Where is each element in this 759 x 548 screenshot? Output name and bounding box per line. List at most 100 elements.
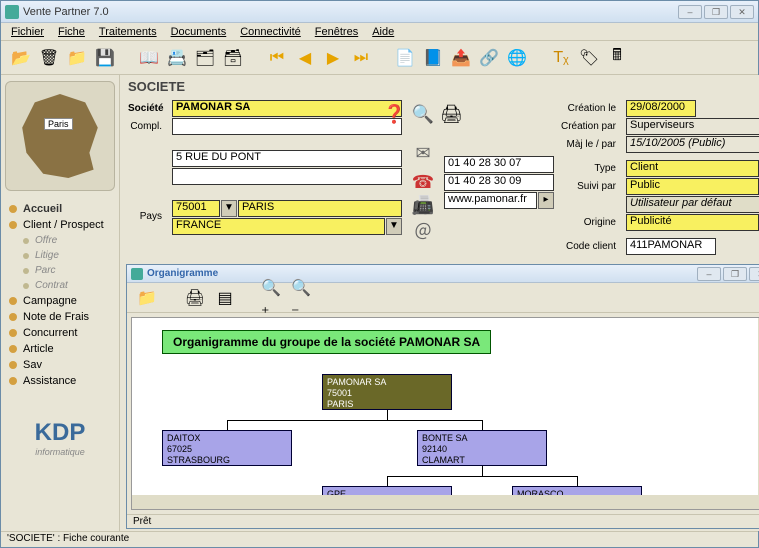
pays-field[interactable]: FRANCE — [172, 218, 385, 235]
doc-icon[interactable]: 📘 — [421, 46, 445, 70]
org-canvas[interactable]: Organigramme du groupe de la société PAM… — [131, 317, 759, 510]
org-node-l1b[interactable]: BONTE SA 92140 CLAMART — [417, 430, 547, 466]
maximize-button[interactable]: ❐ — [704, 5, 728, 19]
menu-fichier[interactable]: Fichier — [5, 25, 50, 39]
label-origine: Origine — [560, 214, 616, 232]
addr1-field[interactable]: 5 RUE DU PONT — [172, 150, 402, 167]
nav-note-frais[interactable]: Note de Frais — [5, 309, 115, 325]
origine-field[interactable]: Publicité — [626, 214, 759, 231]
help-icon[interactable]: ❓ — [383, 104, 405, 125]
nav-campagne[interactable]: Campagne — [5, 293, 115, 309]
titlebar: Vente Partner 7.0 – ❐ ✕ — [1, 1, 758, 23]
org-layout-icon[interactable]: ▤ — [213, 286, 237, 310]
pays-lookup-button[interactable]: ▼ — [386, 218, 402, 235]
minimize-button[interactable]: – — [678, 5, 702, 19]
zoom-in-icon[interactable]: 🔍₊ — [261, 286, 285, 310]
last-icon[interactable]: ⏭ — [349, 46, 373, 70]
web-go-button[interactable]: ▸ — [538, 192, 554, 209]
label-maj: Màj le / par — [560, 136, 616, 154]
nav-concurrent[interactable]: Concurrent — [5, 325, 115, 341]
sub-minimize-button[interactable]: – — [697, 267, 721, 281]
text-tool-icon[interactable]: Tᵪ — [549, 46, 573, 70]
label-code-client: Code client — [560, 238, 616, 256]
type-field[interactable]: Client — [626, 160, 759, 177]
globe-icon[interactable]: 🌐 — [505, 46, 529, 70]
menu-connectivite[interactable]: Connectivité — [234, 25, 307, 39]
at-icon[interactable]: ＠ — [414, 218, 432, 244]
compl-field[interactable] — [172, 118, 402, 135]
sidebar: Paris Accueil Client / Prospect Offre Li… — [1, 75, 120, 531]
app-icon — [5, 5, 19, 19]
nav-parc[interactable]: Parc — [5, 263, 115, 278]
nav-sav[interactable]: Sav — [5, 357, 115, 373]
close-button[interactable]: ✕ — [730, 5, 754, 19]
prev-icon[interactable]: ◀ — [293, 46, 317, 70]
label-type: Type — [560, 160, 616, 178]
phone-icon[interactable]: ☎ — [412, 172, 434, 193]
cards-icon[interactable]: 🗃 — [221, 46, 245, 70]
label-creation-par: Création par — [560, 118, 616, 136]
menu-fenetres[interactable]: Fenêtres — [309, 25, 364, 39]
tag-icon[interactable]: 🏷 — [577, 46, 601, 70]
trash-icon[interactable]: 🗑 — [37, 46, 61, 70]
mail-icon[interactable]: ✉ — [415, 143, 430, 164]
nav-contrat[interactable]: Contrat — [5, 278, 115, 293]
nav-offre[interactable]: Offre — [5, 233, 115, 248]
web-field[interactable]: www.pamonar.fr — [444, 192, 537, 209]
org-print-icon[interactable]: 🖨 — [183, 286, 207, 310]
org-node-l1a[interactable]: DAITOX 67025 STRASBOURG — [162, 430, 292, 466]
stack-icon[interactable]: 🗂 — [193, 46, 217, 70]
nav-litige[interactable]: Litige — [5, 248, 115, 263]
folder-open-icon[interactable]: 📂 — [9, 46, 33, 70]
calc-icon[interactable]: 🖩 — [605, 46, 629, 70]
menubar: Fichier Fiche Traitements Documents Conn… — [1, 23, 758, 41]
zoom-out-icon[interactable]: 🔍₋ — [291, 286, 315, 310]
content-area: SOCIETE Société Compl. Pays PAMONAR SA 5… — [120, 75, 759, 531]
save-icon[interactable]: 💾 — [93, 46, 117, 70]
org-node-root[interactable]: PAMONAR SA 75001 PARIS — [322, 374, 452, 410]
main-window: Vente Partner 7.0 – ❐ ✕ Fichier Fiche Tr… — [0, 0, 759, 548]
creation-le-field[interactable]: 29/08/2000 — [626, 100, 696, 117]
menu-documents[interactable]: Documents — [165, 25, 233, 39]
postal-field[interactable]: 75001 — [172, 200, 220, 217]
map-widget[interactable]: Paris — [5, 81, 115, 191]
org-scroll-horizontal[interactable] — [132, 495, 758, 509]
label-compl: Compl. — [128, 118, 162, 136]
code-client-field[interactable]: 411PAMONAR — [626, 238, 716, 255]
card-icon[interactable]: 📇 — [165, 46, 189, 70]
sub-toolbar: 📁 🖨 ▤ 🔍₊ 🔍₋ — [127, 283, 759, 313]
export-icon[interactable]: 📤 — [449, 46, 473, 70]
sub-maximize-button[interactable]: ❐ — [723, 267, 747, 281]
addr2-field[interactable] — [172, 168, 402, 185]
menu-fiche[interactable]: Fiche — [52, 25, 91, 39]
org-folder-icon[interactable]: 📁 — [135, 286, 159, 310]
link-icon[interactable]: 🔗 — [477, 46, 501, 70]
label-pays: Pays — [128, 208, 162, 226]
search-icon[interactable]: 🔍 — [412, 104, 434, 125]
org-subwindow: Organigramme – ❐ ✕ 📁 🖨 ▤ 🔍₊ 🔍₋ — [126, 264, 759, 529]
menu-aide[interactable]: Aide — [366, 25, 400, 39]
societe-field[interactable]: PAMONAR SA — [172, 100, 402, 117]
note-icon[interactable]: 📄 — [393, 46, 417, 70]
map-shape — [18, 94, 102, 178]
map-label: Paris — [44, 118, 73, 130]
folder-icon[interactable]: 📁 — [65, 46, 89, 70]
nav-accueil[interactable]: Accueil — [5, 201, 115, 217]
nav-article[interactable]: Article — [5, 341, 115, 357]
tel1-field[interactable]: 01 40 28 30 07 — [444, 156, 554, 173]
menu-traitements[interactable]: Traitements — [93, 25, 163, 39]
suivi-field[interactable]: Public — [626, 178, 759, 195]
sub-close-button[interactable]: ✕ — [749, 267, 759, 281]
next-icon[interactable]: ▶ — [321, 46, 345, 70]
postal-lookup-button[interactable]: ▼ — [221, 200, 237, 217]
fax-icon[interactable]: 📠 — [412, 195, 434, 216]
tel2-field[interactable]: 01 40 28 30 09 — [444, 174, 554, 191]
nav-assistance[interactable]: Assistance — [5, 373, 115, 389]
suivi-note: Utilisateur par défaut — [626, 196, 759, 213]
label-creation-le: Création le — [560, 100, 616, 118]
first-icon[interactable]: ⏮ — [265, 46, 289, 70]
book-icon[interactable]: 📖 — [137, 46, 161, 70]
nav-client-prospect[interactable]: Client / Prospect — [5, 217, 115, 233]
city-field[interactable]: PARIS — [238, 200, 402, 217]
sub-app-icon — [131, 268, 143, 280]
